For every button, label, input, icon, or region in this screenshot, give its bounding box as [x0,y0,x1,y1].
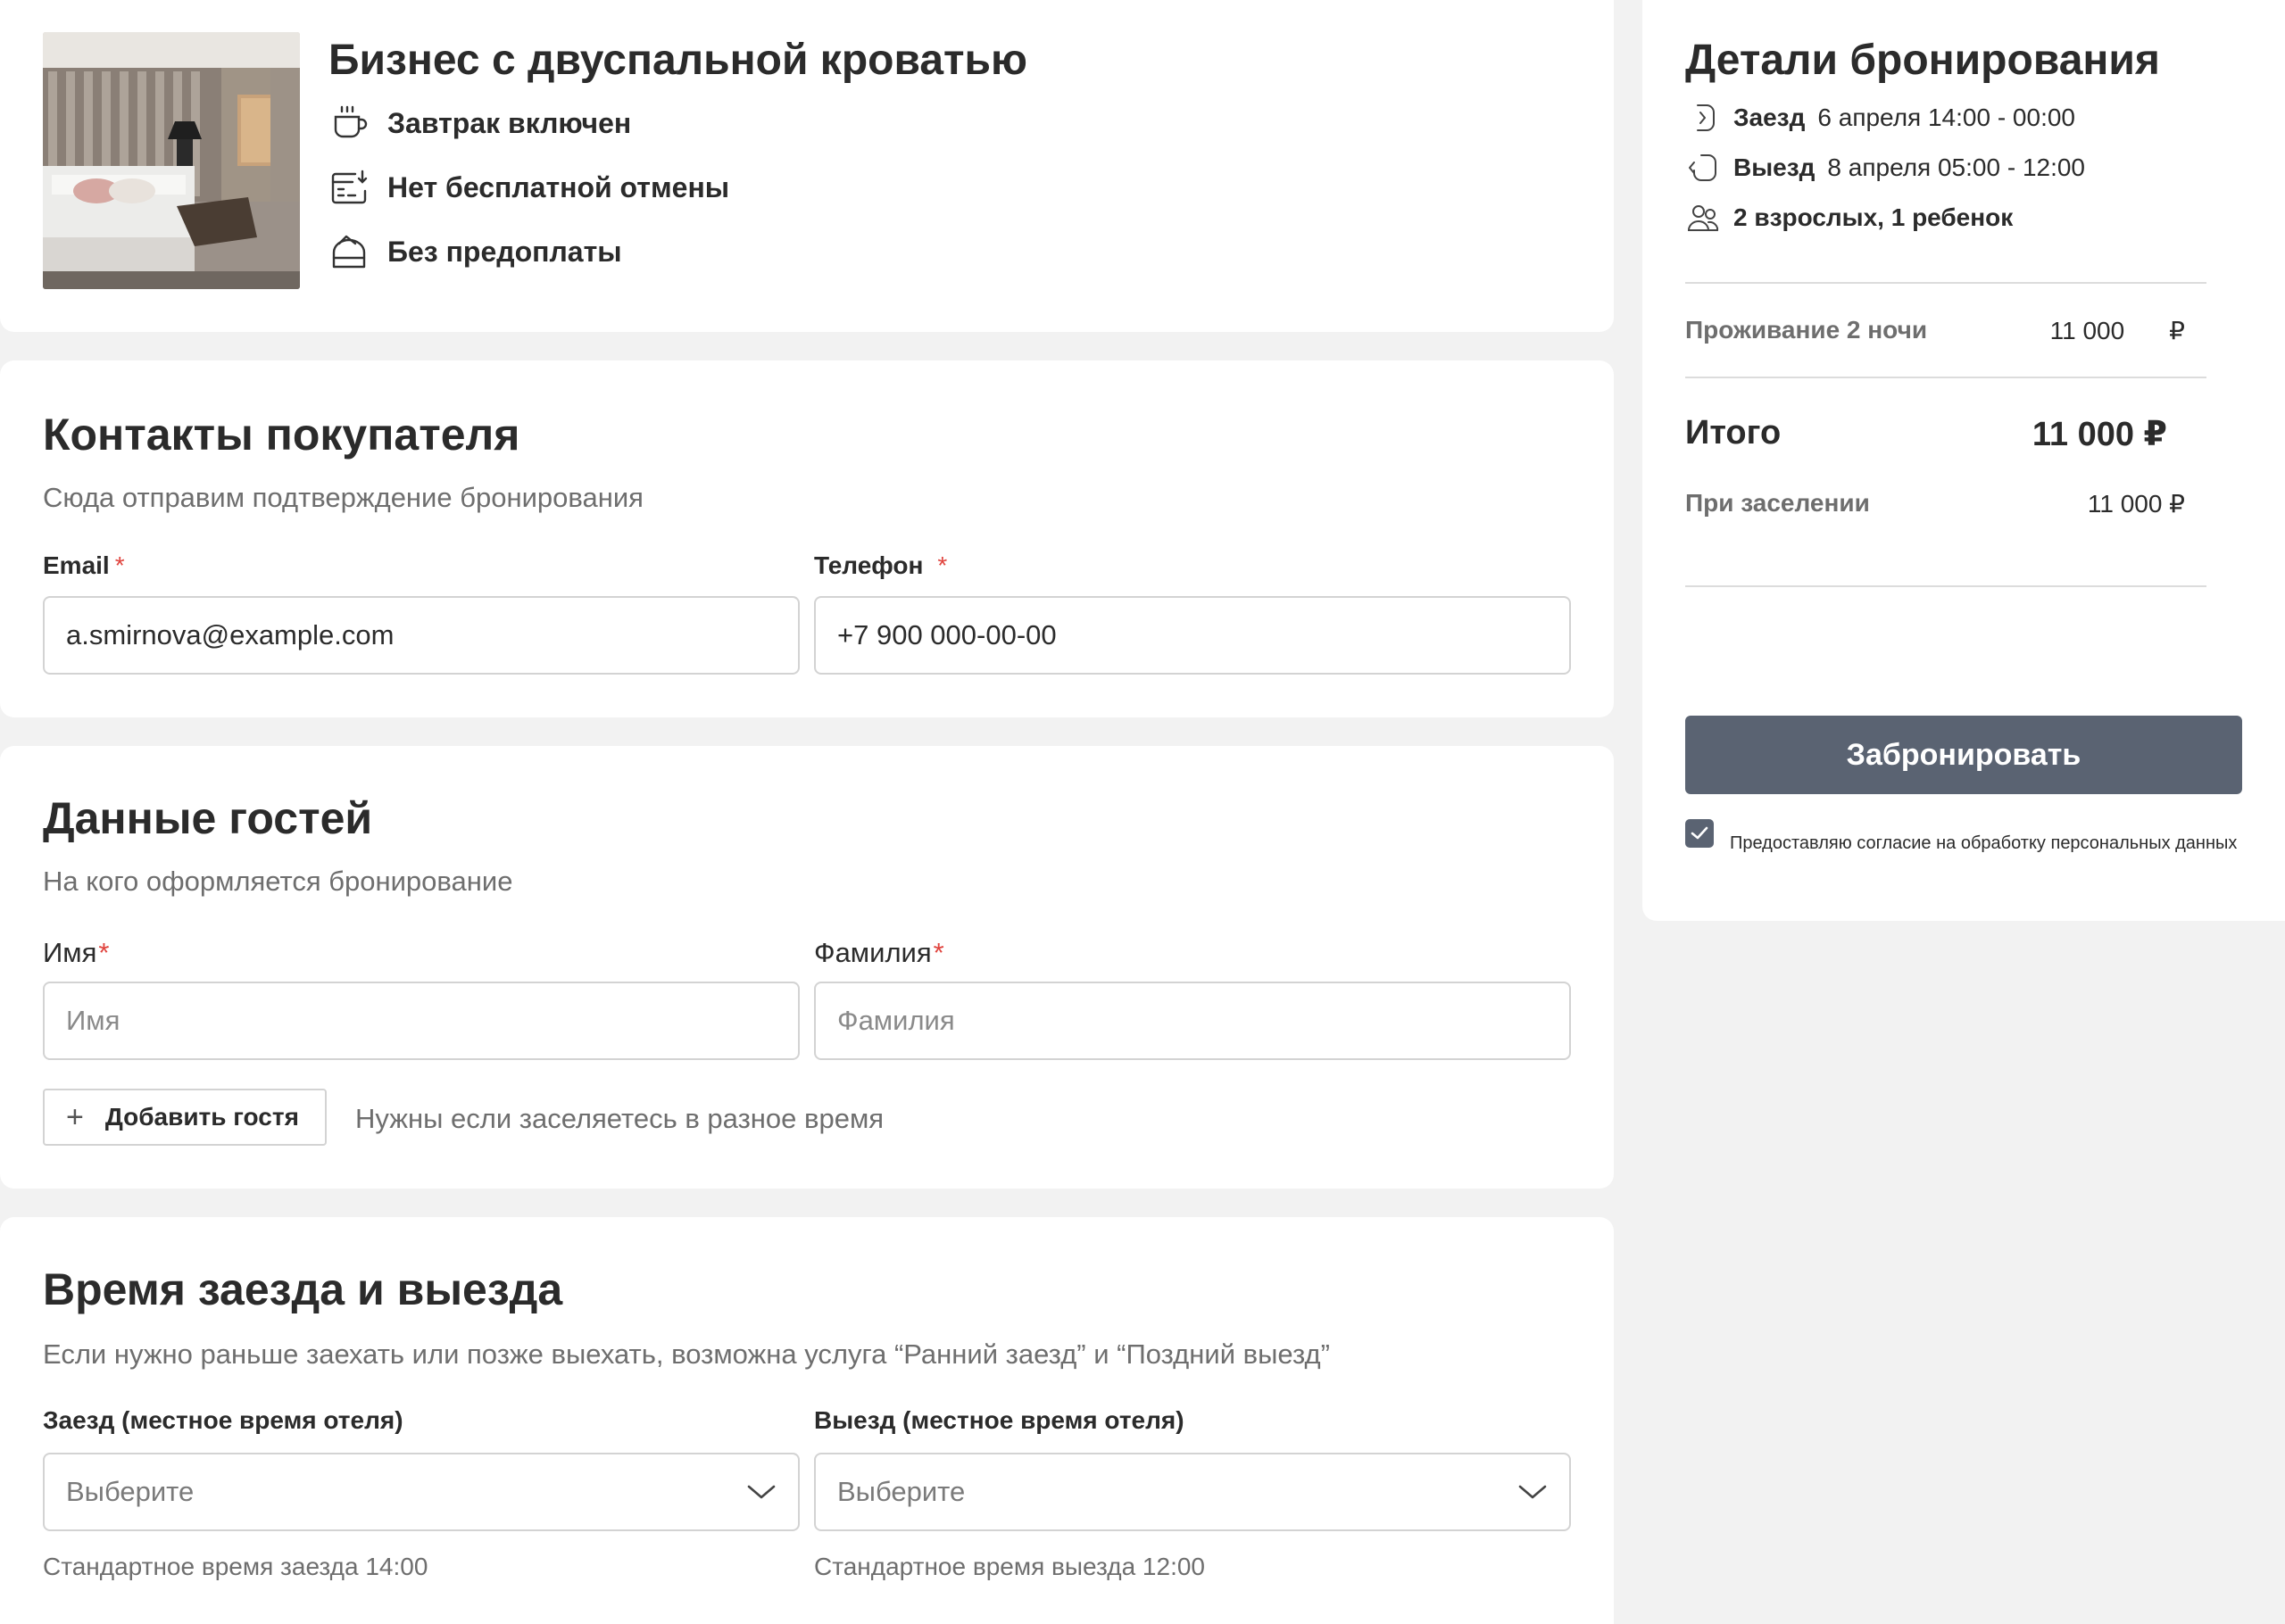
stay-label: Проживание 2 ночи [1685,316,1928,344]
phone-field[interactable] [837,619,1548,651]
checkin-value: 6 апреля 14:00 - 00:00 [1817,104,2075,131]
calendar-cancel-icon [331,170,368,204]
last-name-field-box [814,982,1571,1060]
required-mark: * [933,937,944,968]
checkout-time-select[interactable]: Выберите [814,1453,1571,1531]
consent-text: Предоставляю согласие на обработку персо… [1730,833,2238,853]
on-arrival-value: 11 000 ₽ [2087,490,2185,518]
email-label-text: Email [43,551,110,579]
checkout-label: Выезд [1733,153,1816,181]
booking-details-card: Детали бронирования Заезд 6 апреля 14:00… [1642,0,2285,921]
feature-breakfast: Завтрак включен [328,102,631,145]
bedroom-image [43,32,300,289]
stay-currency: ₽ [2169,317,2185,344]
first-name-label-text: Имя [43,937,97,968]
divider [1685,377,2206,378]
checkin-time-label: Заезд (местное время отеля) [43,1406,403,1434]
add-guest-label: Добавить гостя [104,1103,299,1131]
first-name-label: Имя* [43,937,109,969]
room-photo [43,32,300,289]
feature-label: Нет бесплатной отмены [387,170,730,203]
required-mark: * [114,551,125,579]
chevron-down-icon [747,1485,776,1499]
check-icon [1691,826,1708,840]
required-mark: * [98,937,110,968]
required-mark: * [937,551,948,579]
add-guest-button[interactable]: + Добавить гостя [43,1089,327,1146]
total-label: Итого [1685,414,1782,452]
wallet-icon [332,235,366,269]
checkout-value: 8 апреля 05:00 - 12:00 [1827,153,2086,181]
checkin-time-value: Выберите [66,1476,195,1507]
guests-row: 2 взрослых, 1 ребенок [1685,200,2013,236]
checkout-row: Выезд 8 апреля 05:00 - 12:00 [1685,150,2085,186]
phone-label: Телефон * [814,551,947,580]
checkin-label: Заезд [1733,104,1806,131]
book-button[interactable]: Забронировать [1685,716,2242,794]
plus-icon: + [66,1100,84,1134]
guests-card: Данные гостей На кого оформляется бронир… [0,746,1614,1189]
phone-label-text: Телефон [814,551,924,579]
guests-title: Данные гостей [43,793,373,843]
checkout-time-value: Выберите [837,1476,966,1507]
guests-subtitle: На кого оформляется бронирование [43,866,513,897]
chevron-down-icon [1518,1485,1547,1499]
room-card: Бизнес с двуспальной кроватью Завтрак вк… [0,0,1614,332]
phone-field-box [814,596,1571,675]
total-value: 11 000 ₽ [2032,416,2167,453]
times-title: Время заезда и выезда [43,1264,563,1314]
stay-amount: 11 000 [2049,317,2125,344]
room-title: Бизнес с двуспальной кроватью [328,37,1028,84]
email-field[interactable] [66,619,777,651]
last-name-label-text: Фамилия [814,937,932,968]
checkout-icon [1689,154,1716,181]
contacts-subtitle: Сюда отправим подтверждение бронирования [43,482,644,513]
checkin-row: Заезд 6 апреля 14:00 - 00:00 [1685,100,2075,136]
email-label: Email * [43,551,125,580]
consent-row: Предоставляю согласие на обработку персо… [1685,819,2238,854]
guests-summary: 2 взрослых, 1 ребенок [1733,203,2014,231]
add-guest-hint: Нужны если заселяетесь в разное время [355,1103,885,1134]
people-icon [1687,205,1719,231]
stay-row: Проживание 2 ночи 11 000 ₽ [1685,316,2185,345]
times-subtitle: Если нужно раньше заехать или позже выех… [43,1338,1330,1370]
feature-label: Завтрак включен [387,106,632,139]
feature-cancellation: Нет бесплатной отмены [328,166,729,209]
booking-page: Бизнес с двуспальной кроватью Завтрак вк… [0,0,2285,1624]
total-row: Итого 11 000 ₽ [1685,414,2167,454]
divider [1685,585,2206,587]
feature-label: Без предоплаты [387,235,622,268]
consent-checkbox[interactable] [1685,819,1714,848]
contacts-card: Контакты покупателя Сюда отправим подтве… [0,360,1614,717]
checkin-time-hint: Стандартное время заезда 14:00 [43,1553,428,1580]
checkin-icon [1697,104,1715,131]
contacts-title: Контакты покупателя [43,410,520,460]
feature-prepayment: Без предоплаты [328,230,622,273]
on-arrival-row: При заселении 11 000 ₽ [1685,489,2185,518]
divider [1685,282,2206,284]
last-name-label: Фамилия* [814,937,944,969]
on-arrival-label: При заселении [1685,489,1870,517]
details-title: Детали бронирования [1685,37,2160,84]
first-name-field[interactable] [66,1005,777,1037]
stay-price: 11 000 ₽ [2050,316,2185,345]
checkout-time-hint: Стандартное время выезда 12:00 [814,1553,1205,1580]
times-card: Время заезда и выезда Если нужно раньше … [0,1217,1614,1624]
email-field-box [43,596,800,675]
last-name-field[interactable] [837,1005,1548,1037]
coffee-cup-icon [334,105,368,138]
checkin-time-select[interactable]: Выберите [43,1453,800,1531]
first-name-field-box [43,982,800,1060]
checkout-time-label: Выезд (местное время отеля) [814,1406,1184,1434]
